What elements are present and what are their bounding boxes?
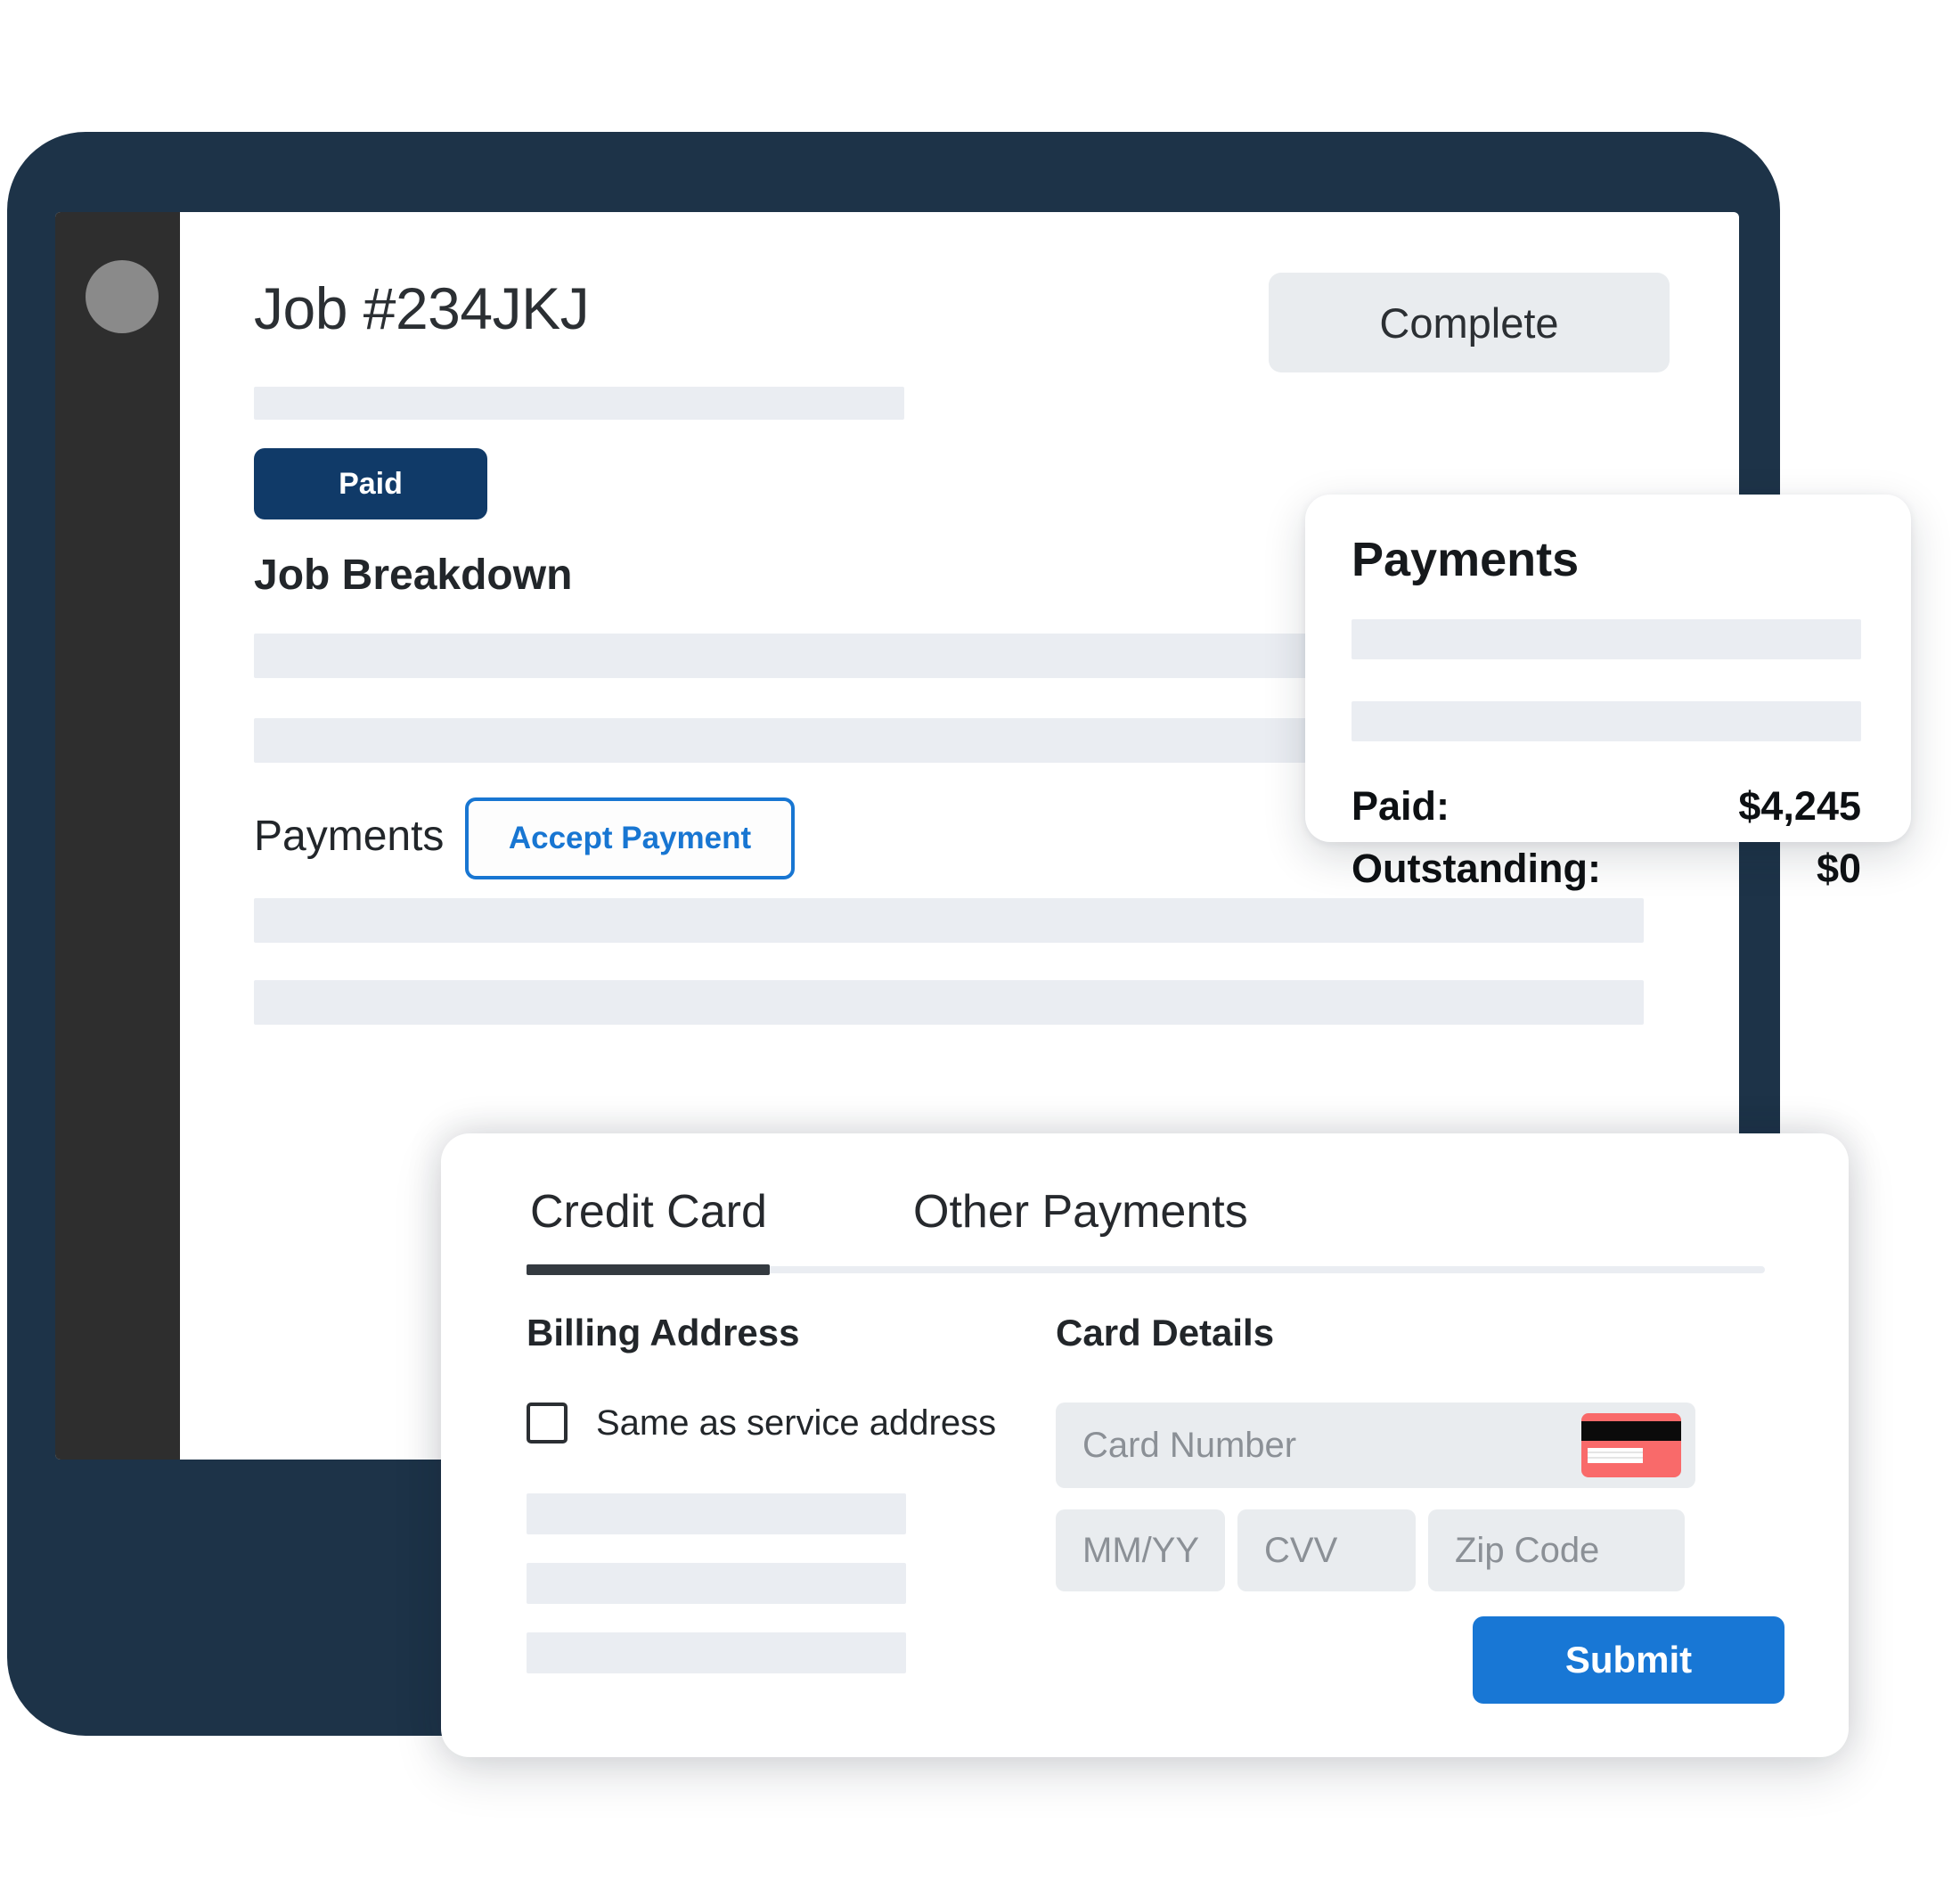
submit-button[interactable]: Submit (1473, 1616, 1784, 1704)
job-breakdown-heading: Job Breakdown (254, 552, 573, 599)
payments-summary-card: Payments Paid: $4,245 Outstanding: $0 (1305, 495, 1911, 891)
skeleton-line (527, 1493, 906, 1534)
same-as-service-row[interactable]: Same as service address (527, 1403, 1025, 1443)
zip-code-input[interactable] (1428, 1509, 1685, 1591)
skeleton-line (527, 1632, 906, 1673)
paid-value: $4,245 (1738, 783, 1861, 829)
payments-heading: Payments (254, 813, 445, 860)
card-details-heading: Card Details (1056, 1312, 1275, 1354)
skeleton-line (1352, 619, 1861, 659)
paid-row: Paid: $4,245 (1352, 783, 1861, 830)
billing-address-heading: Billing Address (527, 1312, 800, 1354)
modal-tabs: Credit Card Other Payments (441, 1133, 1849, 1275)
card-signature-strip (1588, 1448, 1643, 1463)
tab-other-payments[interactable]: Other Payments (913, 1185, 1248, 1239)
skeleton-line (254, 898, 1644, 943)
card-secondary-fields (1056, 1509, 1760, 1591)
card-magnetic-stripe (1581, 1421, 1681, 1441)
cvv-input[interactable] (1237, 1509, 1416, 1591)
expiry-input[interactable] (1056, 1509, 1225, 1591)
credit-card-icon (1581, 1413, 1681, 1477)
avatar[interactable] (86, 260, 159, 333)
skeleton-line (254, 387, 904, 420)
skeleton-line (254, 980, 1644, 1025)
same-as-service-label: Same as service address (596, 1403, 997, 1443)
tab-active-indicator (527, 1264, 770, 1275)
billing-address-section: Billing Address Same as service address (527, 1312, 1025, 1673)
skeleton-line (1352, 701, 1861, 741)
tab-credit-card[interactable]: Credit Card (530, 1185, 767, 1239)
outstanding-row: Outstanding: $0 (1352, 846, 1861, 892)
page-title: Job #234JKJ (254, 275, 590, 341)
app-sidebar[interactable] (55, 212, 180, 1460)
same-as-service-checkbox[interactable] (527, 1403, 568, 1443)
accept-payment-modal: Credit Card Other Payments Billing Addre… (441, 1133, 1849, 1757)
card-details-section: Card Details (1056, 1312, 1760, 1591)
complete-button[interactable]: Complete (1269, 273, 1670, 372)
outstanding-label: Outstanding: (1352, 846, 1601, 891)
skeleton-line (527, 1563, 906, 1604)
status-badge[interactable]: Paid (254, 448, 487, 519)
card-number-wrapper (1056, 1403, 1695, 1488)
outstanding-value: $0 (1816, 846, 1861, 891)
payments-summary-title: Payments (1352, 533, 1580, 586)
accept-payment-button[interactable]: Accept Payment (465, 797, 795, 879)
paid-label: Paid: (1352, 783, 1450, 829)
